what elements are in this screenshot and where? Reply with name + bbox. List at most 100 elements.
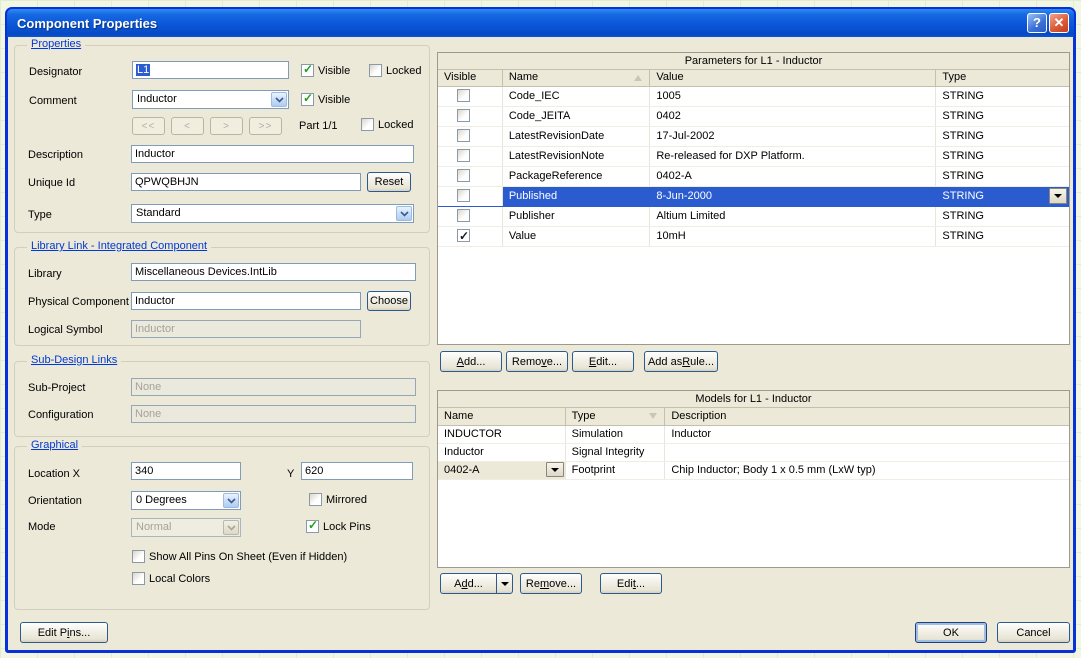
sort-ascending-icon [634,75,643,81]
location-x-input[interactable]: 340 [131,462,241,480]
comment-value: Inductor [137,93,177,105]
param-value-cell: 17-Jul-2002 [650,127,937,146]
properties-section-title[interactable]: Properties [27,38,86,50]
mirrored-label: Mirrored [326,494,367,506]
graphical-group: Graphical Location X 340 Y 620 Orientati… [14,439,430,610]
cancel-button[interactable]: Cancel [997,622,1070,643]
param-visible-checkbox[interactable] [457,209,470,222]
column-header-type[interactable]: Type [936,70,1069,86]
param-visible-cell: ✓ [438,227,503,246]
param-visible-cell [438,87,503,106]
model-type-cell: Simulation [566,426,666,443]
comment-dropdown-icon[interactable] [271,92,287,107]
parameter-row[interactable]: Publisher Altium Limited STRING [438,207,1069,227]
part-last-button[interactable]: >> [249,117,282,135]
models-edit-button[interactable]: Edi t... [600,573,662,594]
models-add-dropdown-icon[interactable] [496,573,513,594]
help-icon[interactable]: ? [1027,13,1047,33]
model-row[interactable]: Inductor Signal Integrity [438,444,1069,462]
param-visible-cell [438,127,503,146]
add-as-rule-button[interactable]: Add as Rule... [644,351,718,372]
parameter-row[interactable]: Published 8-Jun-2000 STRING [438,187,1069,207]
models-rows: INDUCTOR Simulation Inductor Inductor Signal… [438,426,1069,480]
param-name-cell: LatestRevisionDate [503,127,651,146]
column-header-visible[interactable]: Visible [438,70,503,86]
column-header-model-name[interactable]: Name [438,408,566,425]
lock-pins-label: Lock Pins [323,521,371,533]
part-next-button[interactable]: > [210,117,243,135]
param-visible-checkbox[interactable] [457,109,470,122]
reset-button[interactable]: Reset [367,172,411,192]
type-combobox[interactable]: Standard [131,204,414,223]
designator-input[interactable]: L1 [132,61,289,79]
library-link-section-title[interactable]: Library Link - Integrated Component [27,240,212,252]
description-input[interactable]: Inductor [131,145,414,163]
param-visible-checkbox[interactable] [457,89,470,102]
designator-visible-checkbox[interactable]: ✓ [301,62,314,77]
component-properties-dialog: Component Properties ? ✕ Properties Desi… [5,7,1076,653]
choose-button[interactable]: Choose [367,291,411,311]
comment-combobox[interactable]: Inductor [132,90,289,109]
column-header-model-description[interactable]: Description [665,408,1069,425]
check-icon: ✓ [308,518,319,532]
orientation-dropdown-icon[interactable] [223,493,239,508]
model-row[interactable]: INDUCTOR Simulation Inductor [438,426,1069,444]
param-value-dropdown-icon[interactable] [1049,188,1067,204]
comment-visible-checkbox[interactable]: ✓ [301,91,314,106]
sort-descending-icon [649,413,658,419]
orientation-value: 0 Degrees [136,494,187,506]
library-input[interactable]: Miscellaneous Devices.IntLib [131,263,416,281]
ok-button[interactable]: OK [915,622,987,643]
comment-visible-label: Visible [318,94,351,106]
models-add-button[interactable]: Ad d... [440,573,497,594]
unique-id-label: Unique Id [28,177,76,189]
param-visible-checkbox[interactable] [457,149,470,162]
parameter-row[interactable]: Code_IEC 1005 STRING [438,87,1069,107]
parameter-row[interactable]: LatestRevisionNote Re-released for DXP Pl… [438,147,1069,167]
part-count-label: Part 1/1 [299,120,338,132]
library-link-group: Library Link - Integrated Component Libr… [14,240,430,346]
graphical-section-title[interactable]: Graphical [27,439,83,451]
edit-pins-button[interactable]: Edit Pi ns... [20,622,108,643]
param-visible-checkbox[interactable]: ✓ [457,229,470,243]
location-y-input[interactable]: 620 [301,462,413,480]
part-first-button[interactable]: << [132,117,165,135]
sub-project-input: None [131,378,416,396]
title-bar[interactable]: Component Properties ? ✕ [7,9,1074,37]
model-type-cell: Signal Integrity [566,444,666,461]
model-name-cell: 0402-A [438,462,566,479]
mirrored-checkbox[interactable] [309,493,322,506]
unique-id-input[interactable]: QPWQBHJN [131,173,361,191]
parameters-edit-button[interactable]: Edit... [572,351,634,372]
lock-pins-checkbox[interactable]: ✓ [306,518,319,533]
part-prev-button[interactable]: < [171,117,204,135]
show-all-pins-checkbox[interactable] [132,550,145,563]
sub-project-label: Sub-Project [28,382,86,394]
column-header-value[interactable]: Value [650,70,937,86]
orientation-combobox[interactable]: 0 Degrees [131,491,241,510]
model-name-dropdown-icon[interactable] [545,462,564,477]
parameter-row[interactable]: LatestRevisionDate 17-Jul-2002 STRING [438,127,1069,147]
parameter-row[interactable]: PackageReference 0402-A STRING [438,167,1069,187]
sub-design-section-title[interactable]: Sub-Design Links [27,354,122,366]
parameters-add-button[interactable]: Add... [440,351,502,372]
param-visible-checkbox[interactable] [457,189,470,202]
models-remove-button[interactable]: Re m ove... [520,573,582,594]
parameters-remove-button[interactable]: Remo v e... [506,351,568,372]
param-visible-checkbox[interactable] [457,169,470,182]
physical-component-input[interactable]: Inductor [131,292,361,310]
part-locked-checkbox[interactable] [361,118,374,131]
type-dropdown-icon[interactable] [396,206,412,221]
param-visible-checkbox[interactable] [457,129,470,142]
model-row[interactable]: 0402-A Footprint Chip Inductor; Body 1 x 0… [438,462,1069,480]
close-icon[interactable]: ✕ [1049,13,1069,33]
parameter-row[interactable]: ✓ Value 10mH STRING [438,227,1069,247]
part-locked-label: Locked [378,119,414,131]
parameter-row[interactable]: Code_JEITA 0402 STRING [438,107,1069,127]
local-colors-checkbox[interactable] [132,572,145,585]
designator-locked-checkbox[interactable] [369,64,382,77]
mode-label: Mode [28,521,56,533]
column-header-model-type[interactable]: Type [566,408,666,425]
dropdown-arrow-icon [1054,194,1062,198]
column-header-name[interactable]: Name [503,70,651,86]
